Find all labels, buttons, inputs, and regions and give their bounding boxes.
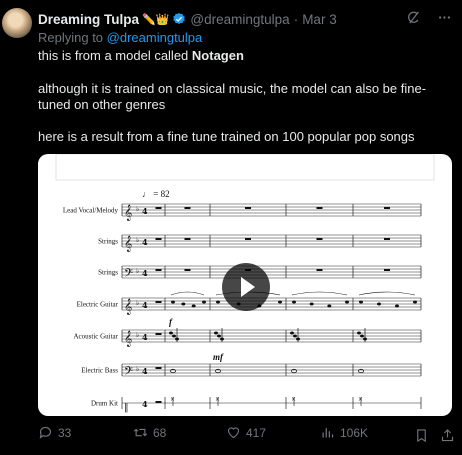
replying-to-label: Replying to [38,30,104,45]
instrument-label: Strings [98,269,118,277]
video-media[interactable]: ♩ = 82 Lead Vocal/Melody 𝄞 ♭ 4 Strings 𝄞 ♭ 4 Str… [38,154,452,416]
time-signature: 4 [142,366,148,376]
repost-action[interactable]: 68 [133,425,166,440]
tweet-text-paragraph2: although it is trained on classical musi… [38,81,427,112]
tweet-text-line1: this is from a model called Notagen [38,48,456,64]
time-signature: 4 [142,237,148,247]
dynamic-mezzo-forte: mf [213,352,224,362]
clef-glyph: 𝄞 [124,205,132,221]
replying-to: Replying to @dreamingtulpa [38,30,202,45]
grok-icon[interactable] [406,10,421,25]
like-count: 417 [246,425,267,440]
svg-text:×: × [291,396,296,403]
instrument-label: Lead Vocal/Melody [63,207,119,215]
dynamic-forte: f [169,317,173,327]
clef-glyph: 𝄞 [124,236,132,252]
author-emoji: ✏️👑 [142,13,170,26]
play-button[interactable] [222,263,270,311]
reply-action[interactable]: 33 [38,425,71,440]
instrument-label: Drum Kit [91,400,118,408]
instrument-label: Electric Guitar [77,301,119,309]
svg-text:×: × [170,396,175,403]
instrument-label: Strings [98,238,118,246]
time-signature: 4 [142,332,148,342]
tempo-marking: ♩ = 82 [142,189,170,199]
clef-glyph: ‖ [124,403,129,413]
key-signature: ♭ [136,236,139,244]
key-signature: ♭ [136,205,139,213]
key-signature: ♭ [136,365,139,373]
tweet-header: Dreaming Tulpa ✏️👑 @dreamingtulpa · Mar … [38,10,337,28]
views-action[interactable]: 106K [320,425,368,440]
views-icon [322,428,334,438]
time-signature: 4 [142,268,148,278]
heart-icon [227,427,240,439]
time-signature: 4 [142,399,148,409]
repost-icon [133,428,148,437]
key-signature: ♭ [136,267,139,275]
action-bar: 33 68 417 106K [38,425,458,447]
author-name[interactable]: Dreaming Tulpa [38,12,139,27]
svg-text:×: × [358,396,363,403]
tweet-text-paragraph3: here is a result from a fine tune traine… [38,129,415,144]
reply-count: 33 [58,425,72,440]
repost-count: 68 [153,425,167,440]
top-actions [406,10,452,25]
post-date[interactable]: Mar 3 [302,12,337,27]
clef-glyph: 𝄞 [124,331,132,347]
reply-mention-link[interactable]: @dreamingtulpa [107,30,203,45]
avatar[interactable] [2,8,32,38]
author-handle[interactable]: @dreamingtulpa [190,12,289,27]
tweet: Dreaming Tulpa ✏️👑 @dreamingtulpa · Mar … [0,0,462,455]
clef-glyph: 𝄞 [124,299,132,315]
instrument-label: Electric Bass [81,367,118,375]
share-icon[interactable] [440,428,455,443]
svg-text:×: × [215,396,220,403]
clef-glyph: 𝄢 [124,365,133,381]
time-signature: 4 [142,206,148,216]
text-line1-prefix: this is from a model called [38,48,192,63]
instrument-label: Acoustic Guitar [73,333,118,341]
separator-dot: · [293,11,299,27]
clef-glyph: 𝄢 [124,267,133,283]
text-line1-bold: Notagen [191,48,244,63]
key-signature: ♭ [136,331,139,339]
time-signature: 4 [142,300,148,310]
views-count: 106K [340,425,369,440]
bookmark-icon[interactable] [414,428,429,443]
reply-icon [39,426,52,439]
more-options-icon[interactable] [437,10,452,25]
key-signature: ♭ [136,299,139,307]
like-action[interactable]: 417 [226,425,266,440]
verified-badge-icon [173,12,186,25]
